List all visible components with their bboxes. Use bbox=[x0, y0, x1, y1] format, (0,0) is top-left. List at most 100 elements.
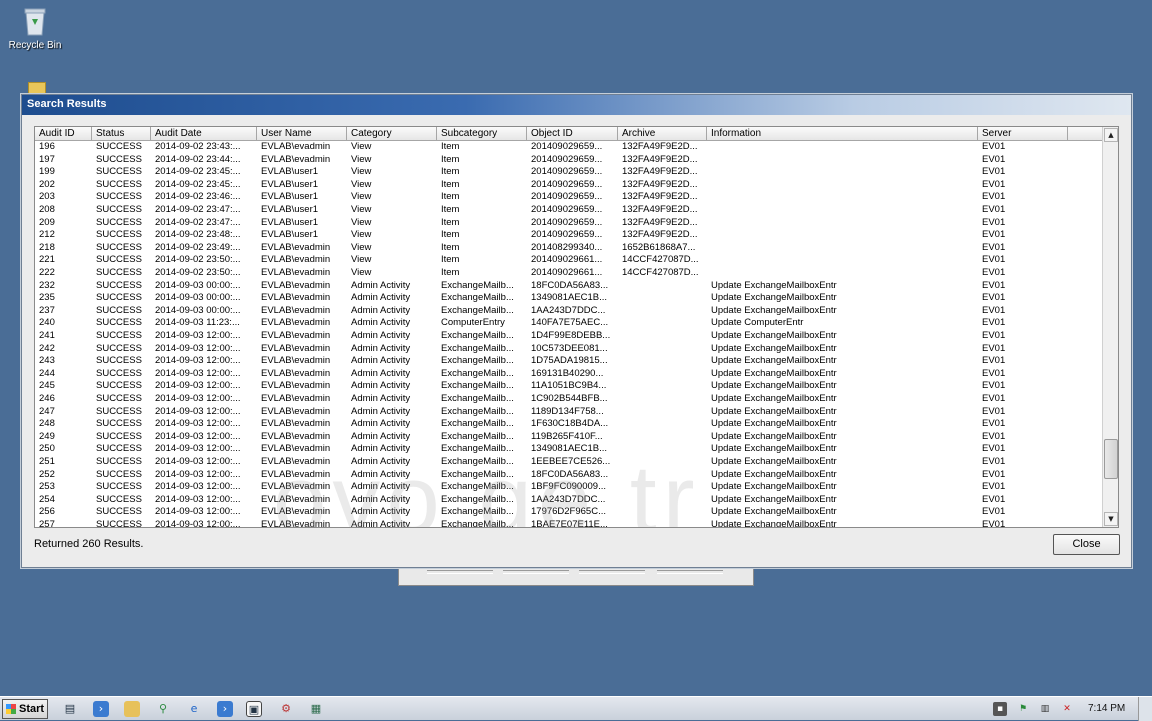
cell-information: Update ExchangeMailboxEntr bbox=[711, 355, 837, 367]
cell-information: Update ExchangeMailboxEntr bbox=[711, 443, 837, 455]
table-row[interactable]: 241 SUCCESS 2014-09-03 12:00:... EVLAB\evad… bbox=[35, 330, 1104, 343]
cell-audit-date: 2014-09-03 11:23:... bbox=[155, 317, 240, 329]
results-grid[interactable]: Audit ID Status Audit Date User Name Cat… bbox=[34, 126, 1119, 528]
column-header-server[interactable]: Server bbox=[978, 127, 1068, 141]
cell-user-name: EVLAB\user1 bbox=[261, 216, 319, 228]
cell-server: EV01 bbox=[982, 367, 1006, 379]
cell-audit-date: 2014-09-03 12:00:... bbox=[155, 330, 241, 341]
network-tray-icon[interactable]: ▥ bbox=[1038, 702, 1052, 716]
table-row[interactable]: 208 SUCCESS 2014-09-02 23:47:... EVLAB\user… bbox=[35, 204, 1104, 217]
powershell-icon[interactable]: › bbox=[93, 701, 109, 717]
table-row[interactable]: 243 SUCCESS 2014-09-03 12:00:... EVLAB\evad… bbox=[35, 355, 1104, 368]
cell-information: Update ExchangeMailboxEntr bbox=[711, 304, 837, 316]
table-row[interactable]: 197 SUCCESS 2014-09-02 23:44:... EVLAB\evad… bbox=[35, 154, 1104, 167]
title-bar[interactable]: Search Results bbox=[22, 95, 1131, 115]
cell-server: EV01 bbox=[982, 153, 1006, 165]
table-row[interactable]: 237 SUCCESS 2014-09-03 00:00:... EVLAB\evad… bbox=[35, 305, 1104, 318]
table-row[interactable]: 252 SUCCESS 2014-09-03 12:00:... EVLAB\evad… bbox=[35, 469, 1104, 482]
table-row[interactable]: 202 SUCCESS 2014-09-02 23:45:... EVLAB\user… bbox=[35, 179, 1104, 192]
network-icon[interactable]: ⚲ bbox=[155, 701, 171, 717]
results-count-text: Returned 260 Results. bbox=[34, 538, 144, 550]
cell-audit-id: 209 bbox=[39, 216, 55, 228]
table-row[interactable]: 209 SUCCESS 2014-09-02 23:47:... EVLAB\user… bbox=[35, 217, 1104, 230]
cell-category: View bbox=[351, 178, 372, 190]
column-header-audit-id[interactable]: Audit ID bbox=[35, 127, 92, 141]
table-row[interactable]: 203 SUCCESS 2014-09-02 23:46:... EVLAB\user… bbox=[35, 191, 1104, 204]
server-manager-icon[interactable]: ▤ bbox=[62, 701, 78, 717]
table-row[interactable]: 249 SUCCESS 2014-09-03 12:00:... EVLAB\evad… bbox=[35, 431, 1104, 444]
cell-audit-id: 256 bbox=[39, 506, 55, 518]
cell-status: SUCCESS bbox=[96, 229, 142, 241]
start-button[interactable]: Start bbox=[2, 699, 48, 719]
internet-explorer-icon[interactable]: e bbox=[186, 701, 202, 717]
system-clock[interactable]: 7:14 PM bbox=[1088, 703, 1125, 714]
cell-audit-id: 254 bbox=[39, 493, 55, 505]
column-header-user-name[interactable]: User Name bbox=[257, 127, 347, 141]
command-icon[interactable]: › bbox=[217, 701, 233, 717]
cell-audit-date: 2014-09-03 12:00:... bbox=[155, 430, 241, 442]
column-header-information[interactable]: Information bbox=[707, 127, 978, 141]
vertical-scrollbar[interactable]: ▲ ▼ bbox=[1102, 127, 1118, 527]
cell-audit-date: 2014-09-03 12:00:... bbox=[155, 418, 241, 430]
cell-archive: 132FA49F9E2D... bbox=[622, 191, 698, 203]
table-row[interactable]: 245 SUCCESS 2014-09-03 12:00:... EVLAB\evad… bbox=[35, 380, 1104, 393]
action-center-icon[interactable]: ⚑ bbox=[1016, 702, 1030, 716]
table-row[interactable]: 240 SUCCESS 2014-09-03 11:23:... EVLAB\evad… bbox=[35, 317, 1104, 330]
table-row[interactable]: 218 SUCCESS 2014-09-02 23:49:... EVLAB\evad… bbox=[35, 242, 1104, 255]
cell-object-id: 201409029659... bbox=[531, 153, 603, 165]
cell-user-name: EVLAB\evadmin bbox=[261, 418, 331, 430]
table-row[interactable]: 247 SUCCESS 2014-09-03 12:00:... EVLAB\evad… bbox=[35, 406, 1104, 419]
table-row[interactable]: 244 SUCCESS 2014-09-03 12:00:... EVLAB\evad… bbox=[35, 368, 1104, 381]
cell-archive bbox=[618, 406, 707, 419]
table-row[interactable]: 212 SUCCESS 2014-09-02 23:48:... EVLAB\user… bbox=[35, 229, 1104, 242]
column-header-category[interactable]: Category bbox=[347, 127, 437, 141]
column-header-object-id[interactable]: Object ID bbox=[527, 127, 618, 141]
cell-user-name: EVLAB\evadmin bbox=[261, 330, 331, 341]
cell-object-id: 1C902B544BFB... bbox=[531, 393, 608, 404]
column-header-audit-date[interactable]: Audit Date bbox=[151, 127, 257, 141]
table-row[interactable]: 196 SUCCESS 2014-09-02 23:43:... EVLAB\evad… bbox=[35, 141, 1104, 154]
table-row[interactable]: 222 SUCCESS 2014-09-02 23:50:... EVLAB\evad… bbox=[35, 267, 1104, 280]
table-row[interactable]: 251 SUCCESS 2014-09-03 12:00:... EVLAB\evad… bbox=[35, 456, 1104, 469]
scroll-down-icon[interactable]: ▼ bbox=[1104, 512, 1118, 526]
cell-archive: 132FA49F9E2D... bbox=[622, 216, 698, 228]
active-app-icon[interactable]: ▣ bbox=[246, 701, 262, 717]
search-app-icon[interactable]: ⚙ bbox=[278, 701, 294, 717]
table-row[interactable]: 242 SUCCESS 2014-09-03 12:00:... EVLAB\evad… bbox=[35, 343, 1104, 356]
cell-status: SUCCESS bbox=[96, 241, 142, 253]
explorer-folder-icon[interactable] bbox=[124, 701, 140, 717]
cell-user-name: EVLAB\evadmin bbox=[261, 292, 331, 304]
scroll-up-icon[interactable]: ▲ bbox=[1104, 128, 1118, 142]
table-row[interactable]: 248 SUCCESS 2014-09-03 12:00:... EVLAB\evad… bbox=[35, 418, 1104, 431]
column-header-archive[interactable]: Archive bbox=[618, 127, 707, 141]
vm-tray-icon[interactable]: ▪ bbox=[993, 702, 1007, 716]
table-row[interactable]: 199 SUCCESS 2014-09-02 23:45:... EVLAB\user… bbox=[35, 166, 1104, 179]
recycle-bin-desktop-icon[interactable]: Recycle Bin bbox=[0, 6, 70, 51]
table-row[interactable]: 254 SUCCESS 2014-09-03 12:00:... EVLAB\evad… bbox=[35, 494, 1104, 507]
column-header-status[interactable]: Status bbox=[92, 127, 151, 141]
cell-information bbox=[707, 204, 978, 217]
table-row[interactable]: 256 SUCCESS 2014-09-03 12:00:... EVLAB\evad… bbox=[35, 506, 1104, 519]
show-desktop-button[interactable] bbox=[1138, 697, 1152, 721]
cell-audit-date: 2014-09-03 12:00:... bbox=[155, 367, 241, 379]
table-row[interactable]: 250 SUCCESS 2014-09-03 12:00:... EVLAB\evad… bbox=[35, 443, 1104, 456]
close-button[interactable]: Close bbox=[1053, 534, 1120, 555]
console-icon[interactable]: ▦ bbox=[308, 701, 324, 717]
cell-object-id: 201409029659... bbox=[531, 204, 603, 215]
folder-desktop-icon[interactable] bbox=[28, 82, 46, 94]
table-row[interactable]: 257 SUCCESS 2014-09-03 12:00:... EVLAB\evad… bbox=[35, 519, 1104, 527]
cell-archive bbox=[618, 393, 707, 406]
table-row[interactable]: 221 SUCCESS 2014-09-02 23:50:... EVLAB\evad… bbox=[35, 254, 1104, 267]
cell-audit-date: 2014-09-03 12:00:... bbox=[155, 342, 241, 354]
table-row[interactable]: 232 SUCCESS 2014-09-03 00:00:... EVLAB\evad… bbox=[35, 280, 1104, 293]
cell-information bbox=[707, 242, 978, 255]
table-row[interactable]: 253 SUCCESS 2014-09-03 12:00:... EVLAB\evad… bbox=[35, 481, 1104, 494]
cell-subcategory: ExchangeMailb... bbox=[441, 355, 514, 367]
volume-muted-icon[interactable]: ✕ bbox=[1060, 702, 1074, 716]
table-row[interactable]: 235 SUCCESS 2014-09-03 00:00:... EVLAB\evad… bbox=[35, 292, 1104, 305]
cell-status: SUCCESS bbox=[96, 405, 142, 417]
cell-subcategory: Item bbox=[441, 141, 460, 152]
table-row[interactable]: 246 SUCCESS 2014-09-03 12:00:... EVLAB\evad… bbox=[35, 393, 1104, 406]
column-header-subcategory[interactable]: Subcategory bbox=[437, 127, 527, 141]
scroll-thumb[interactable] bbox=[1104, 439, 1118, 479]
